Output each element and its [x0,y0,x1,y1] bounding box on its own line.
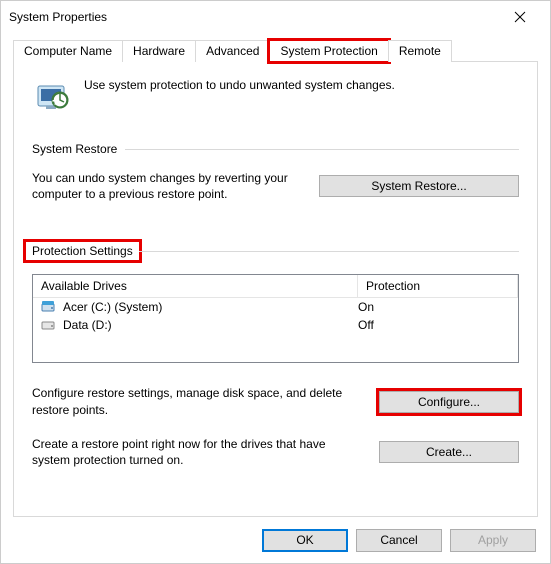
ok-button[interactable]: OK [262,529,348,552]
tab-strip: Computer Name Hardware Advanced System P… [13,40,538,62]
configure-button[interactable]: Configure... [379,391,519,413]
drives-body: Acer (C:) (System) On Data (D:) Off [33,298,518,362]
drive-status: On [358,300,510,314]
drives-header: Available Drives Protection [33,275,518,298]
drive-status: Off [358,318,510,332]
tab-advanced[interactable]: Advanced [195,40,270,62]
col-available-drives[interactable]: Available Drives [33,275,358,298]
restore-desc: You can undo system changes by reverting… [32,170,303,202]
drive-name: Data (D:) [63,318,358,332]
divider [125,149,519,150]
section-title-restore: System Restore [32,142,125,156]
close-button[interactable] [498,2,542,32]
restore-row: You can undo system changes by reverting… [32,170,519,202]
divider [139,251,519,252]
table-row[interactable]: Acer (C:) (System) On [33,298,518,316]
system-restore-button[interactable]: System Restore... [319,175,519,197]
create-row: Create a restore point right now for the… [32,436,519,468]
section-title-protection: Protection Settings [26,242,139,260]
system-protection-icon [32,76,72,116]
tab-remote[interactable]: Remote [388,40,452,62]
table-row[interactable]: Data (D:) Off [33,316,518,334]
configure-desc: Configure restore settings, manage disk … [32,385,363,417]
drive-name: Acer (C:) (System) [63,300,358,314]
create-button[interactable]: Create... [379,441,519,463]
content-area: Computer Name Hardware Advanced System P… [1,33,550,517]
cancel-button[interactable]: Cancel [356,529,442,552]
tab-system-protection[interactable]: System Protection [269,40,388,62]
drive-icon [41,300,57,314]
intro-row: Use system protection to undo unwanted s… [32,76,519,116]
tab-computer-name[interactable]: Computer Name [13,40,123,62]
dialog-footer: OK Cancel Apply [1,517,550,563]
drives-table: Available Drives Protection Acer (C:) (S… [32,274,519,363]
create-desc: Create a restore point right now for the… [32,436,363,468]
close-icon [514,11,526,23]
intro-text: Use system protection to undo unwanted s… [84,76,395,116]
section-header-restore: System Restore [32,142,519,156]
system-properties-window: System Properties Computer Name Hardware… [0,0,551,564]
apply-button[interactable]: Apply [450,529,536,552]
configure-row: Configure restore settings, manage disk … [32,385,519,417]
tab-hardware[interactable]: Hardware [122,40,196,62]
col-protection[interactable]: Protection [358,275,518,298]
titlebar: System Properties [1,1,550,33]
section-header-protection: Protection Settings [32,242,519,260]
drive-icon [41,318,57,332]
window-title: System Properties [9,10,498,24]
tab-panel: Use system protection to undo unwanted s… [13,61,538,517]
